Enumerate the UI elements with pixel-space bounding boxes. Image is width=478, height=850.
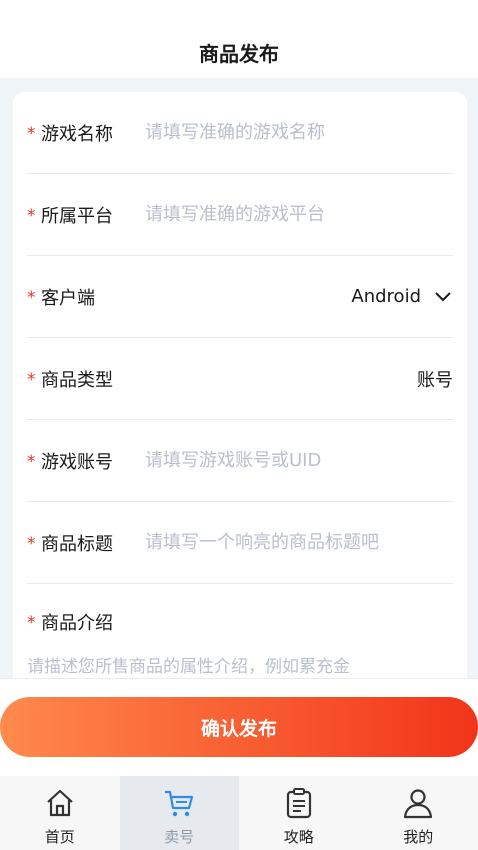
bottom-action-bar: 确认发布 bbox=[0, 678, 478, 776]
required-mark: * bbox=[27, 123, 36, 144]
game-account-label: 游戏账号 bbox=[41, 451, 113, 473]
tab-home[interactable]: 首页 bbox=[0, 776, 120, 850]
home-icon bbox=[47, 789, 73, 817]
tab-guide-label: 攻略 bbox=[283, 828, 314, 846]
tab-sell[interactable]: 卖号 bbox=[119, 776, 239, 850]
required-mark: * bbox=[27, 369, 36, 390]
product-type-row[interactable]: * 商品类型 账号 bbox=[27, 338, 453, 420]
chevron-down-icon bbox=[435, 291, 451, 301]
game-account-row: * 游戏账号 bbox=[27, 420, 453, 502]
required-mark: * bbox=[27, 613, 36, 633]
tab-home-label: 首页 bbox=[44, 828, 75, 846]
client-value: Android bbox=[351, 286, 421, 307]
required-mark: * bbox=[27, 205, 36, 226]
game-account-input[interactable] bbox=[145, 450, 453, 471]
client-label: 客户端 bbox=[41, 287, 95, 309]
game-name-label: 游戏名称 bbox=[41, 123, 113, 145]
bottom-tab-bar: 首页 卖号 攻略 我的 bbox=[0, 776, 478, 850]
tab-guide[interactable]: 攻略 bbox=[239, 776, 359, 850]
game-name-input[interactable] bbox=[145, 122, 453, 143]
game-name-row: * 游戏名称 bbox=[27, 92, 453, 174]
tab-sell-label: 卖号 bbox=[164, 828, 195, 846]
client-select[interactable]: Android bbox=[351, 286, 453, 307]
product-intro-label-row: * 商品介绍 bbox=[27, 604, 453, 640]
product-intro-block: * 商品介绍 请描述您所售商品的属性介绍，例如累充金 bbox=[27, 604, 453, 677]
product-type-label: 商品类型 bbox=[41, 369, 113, 391]
required-mark: * bbox=[27, 533, 36, 554]
clipboard-icon bbox=[286, 788, 311, 819]
product-type-value[interactable]: 账号 bbox=[417, 366, 453, 392]
header-bar: 商品发布 bbox=[0, 0, 478, 78]
required-mark: * bbox=[27, 451, 36, 472]
tab-mine-label: 我的 bbox=[403, 828, 434, 846]
product-title-input[interactable] bbox=[145, 532, 453, 553]
platform-label: 所属平台 bbox=[41, 205, 113, 227]
cart-icon bbox=[165, 790, 194, 817]
required-mark: * bbox=[27, 287, 36, 308]
tab-mine[interactable]: 我的 bbox=[359, 776, 478, 850]
product-intro-textarea[interactable]: 请描述您所售商品的属性介绍，例如累充金 bbox=[27, 652, 457, 677]
product-title-row: * 商品标题 bbox=[27, 502, 453, 584]
client-row[interactable]: * 客户端 Android bbox=[27, 256, 453, 338]
product-intro-label: 商品介绍 bbox=[41, 613, 113, 634]
platform-input[interactable] bbox=[145, 204, 453, 225]
confirm-publish-button[interactable]: 确认发布 bbox=[0, 697, 478, 757]
user-icon bbox=[404, 789, 433, 819]
publish-form-card: * 游戏名称 * 所属平台 * 客户端 Android * 商品类型 账号 * … bbox=[13, 92, 467, 692]
product-title-label: 商品标题 bbox=[41, 533, 113, 555]
platform-row: * 所属平台 bbox=[27, 174, 453, 256]
page-title: 商品发布 bbox=[199, 41, 279, 66]
